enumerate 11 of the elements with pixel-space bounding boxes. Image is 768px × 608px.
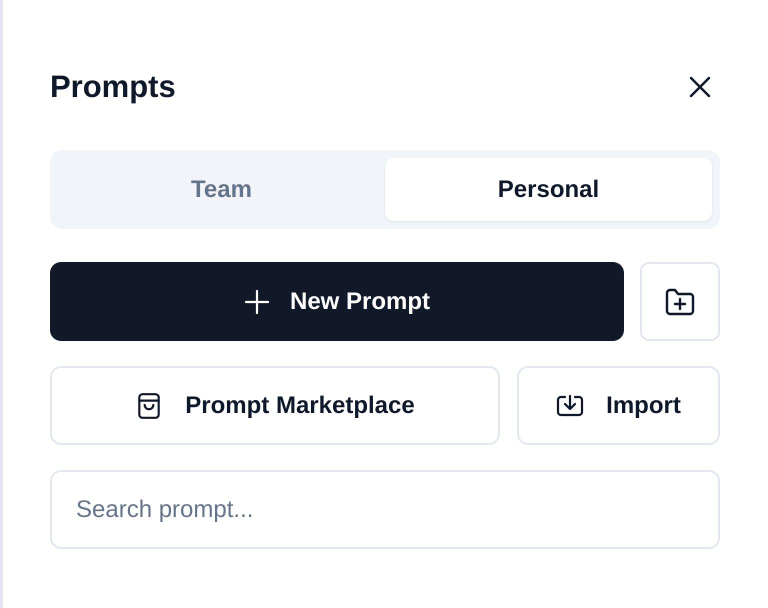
plus-icon xyxy=(244,288,270,314)
close-icon xyxy=(689,76,711,98)
tab[interactable]: Personal xyxy=(385,158,712,221)
search-field[interactable]: Search prompt... xyxy=(50,470,720,549)
new-folder-button[interactable] xyxy=(640,262,720,341)
new-prompt-button[interactable]: New Prompt xyxy=(50,262,624,341)
import-button[interactable]: Import xyxy=(517,366,720,445)
folder-plus-icon xyxy=(665,288,695,316)
panel-title: Prompts xyxy=(50,69,176,105)
tab[interactable]: Team xyxy=(58,158,385,221)
marketplace-button[interactable]: Prompt Marketplace xyxy=(50,366,500,445)
